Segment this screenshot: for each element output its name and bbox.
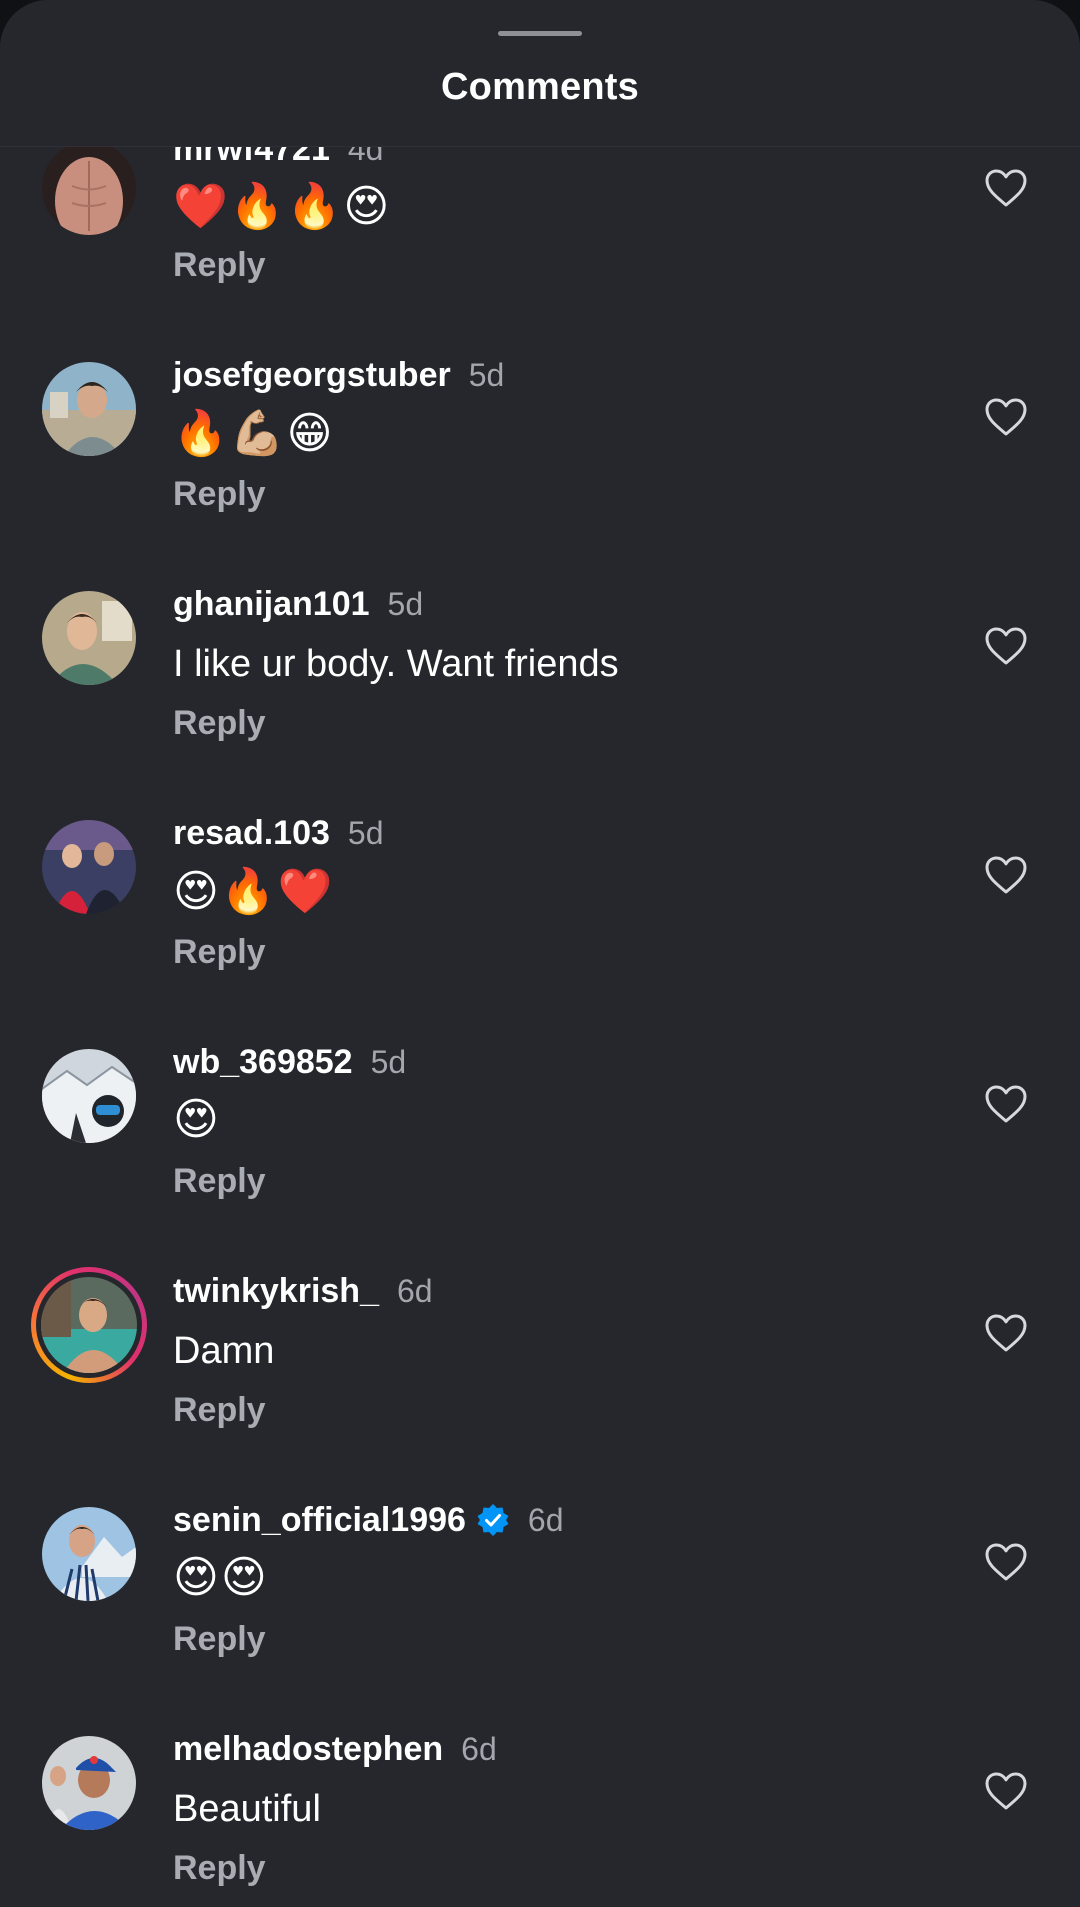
avatar[interactable] bbox=[42, 591, 136, 685]
comment-meta: resad.103 5d bbox=[173, 814, 384, 853]
verified-badge-icon bbox=[477, 1504, 509, 1536]
username[interactable]: senin_official1996 bbox=[173, 1501, 466, 1539]
comments-sheet: mrwf4721 4d ❤️🔥🔥😍 Reply josefgeorgstuber 5… bbox=[0, 0, 1080, 1907]
avatar[interactable] bbox=[42, 820, 136, 914]
reply-button[interactable]: Reply bbox=[173, 933, 266, 972]
username[interactable]: ghanijan101 bbox=[173, 585, 370, 623]
comment-text: Beautiful bbox=[173, 1788, 321, 1830]
comment-item: ghanijan101 5d I like ur body. Want frien… bbox=[0, 558, 1080, 787]
username[interactable]: josefgeorgstuber bbox=[173, 356, 451, 394]
avatar-story-ring[interactable] bbox=[31, 1267, 147, 1383]
comment-meta: josefgeorgstuber 5d bbox=[173, 356, 504, 395]
heart-icon[interactable] bbox=[984, 397, 1028, 437]
heart-icon[interactable] bbox=[984, 1313, 1028, 1353]
avatar bbox=[41, 1277, 137, 1373]
comment-meta: ghanijan101 5d bbox=[173, 585, 423, 624]
username[interactable]: wb_369852 bbox=[173, 1043, 353, 1081]
avatar[interactable] bbox=[42, 1507, 136, 1601]
timestamp: 6d bbox=[461, 1731, 497, 1767]
avatar[interactable] bbox=[42, 1736, 136, 1830]
timestamp: 5d bbox=[468, 357, 505, 393]
timestamp: 6d bbox=[396, 1273, 433, 1309]
reply-button[interactable]: Reply bbox=[173, 475, 266, 514]
comment-meta: melhadostephen 6d bbox=[173, 1730, 497, 1769]
comment-text: 😍 bbox=[173, 1095, 221, 1144]
comment-item: resad.103 5d 😍🔥❤️ Reply bbox=[0, 787, 1080, 1016]
reply-button[interactable]: Reply bbox=[173, 1162, 266, 1201]
avatar[interactable] bbox=[42, 362, 136, 456]
comment-item: wb_369852 5d 😍 Reply bbox=[0, 1016, 1080, 1245]
timestamp: 5d bbox=[370, 1044, 407, 1080]
heart-icon[interactable] bbox=[984, 168, 1028, 208]
comment-item: twinkykrish_ 6d Damn Reply bbox=[0, 1245, 1080, 1474]
timestamp: 5d bbox=[347, 815, 384, 851]
reply-button[interactable]: Reply bbox=[173, 1620, 266, 1659]
avatar[interactable] bbox=[42, 141, 136, 235]
timestamp: 5d bbox=[387, 586, 424, 622]
ring-gap bbox=[36, 1272, 142, 1378]
timestamp: 6d bbox=[527, 1502, 564, 1538]
sheet-header: Comments bbox=[0, 0, 1080, 147]
username[interactable]: resad.103 bbox=[173, 814, 330, 852]
username[interactable]: twinkykrish_ bbox=[173, 1272, 379, 1310]
comment-item: melhadostephen 6d Beautiful Reply bbox=[0, 1703, 1080, 1907]
comment-item: josefgeorgstuber 5d 🔥💪🏼😁 Reply bbox=[0, 329, 1080, 558]
comment-text: 🔥💪🏼😁 bbox=[173, 409, 335, 458]
heart-icon[interactable] bbox=[984, 1084, 1028, 1124]
drag-handle[interactable] bbox=[498, 31, 582, 36]
reply-button[interactable]: Reply bbox=[173, 1849, 266, 1888]
comment-meta: twinkykrish_ 6d bbox=[173, 1272, 433, 1311]
comment-text: ❤️🔥🔥😍 bbox=[173, 182, 392, 231]
comment-text: 😍😍 bbox=[173, 1553, 269, 1602]
comment-item: senin_official1996 6d 😍😍 Reply bbox=[0, 1474, 1080, 1703]
reply-button[interactable]: Reply bbox=[173, 1391, 266, 1430]
heart-icon[interactable] bbox=[984, 855, 1028, 895]
reply-button[interactable]: Reply bbox=[173, 704, 266, 743]
heart-icon[interactable] bbox=[984, 626, 1028, 666]
heart-icon[interactable] bbox=[984, 1542, 1028, 1582]
username[interactable]: melhadostephen bbox=[173, 1730, 443, 1768]
reply-button[interactable]: Reply bbox=[173, 246, 266, 285]
comment-text: I like ur body. Want friends bbox=[173, 643, 619, 685]
page-title: Comments bbox=[441, 66, 639, 108]
heart-icon[interactable] bbox=[984, 1771, 1028, 1811]
comment-meta: senin_official1996 6d bbox=[173, 1501, 564, 1540]
comment-meta: wb_369852 5d bbox=[173, 1043, 406, 1082]
comment-text: 😍🔥❤️ bbox=[173, 867, 335, 916]
avatar[interactable] bbox=[42, 1049, 136, 1143]
comment-text: Damn bbox=[173, 1330, 275, 1372]
